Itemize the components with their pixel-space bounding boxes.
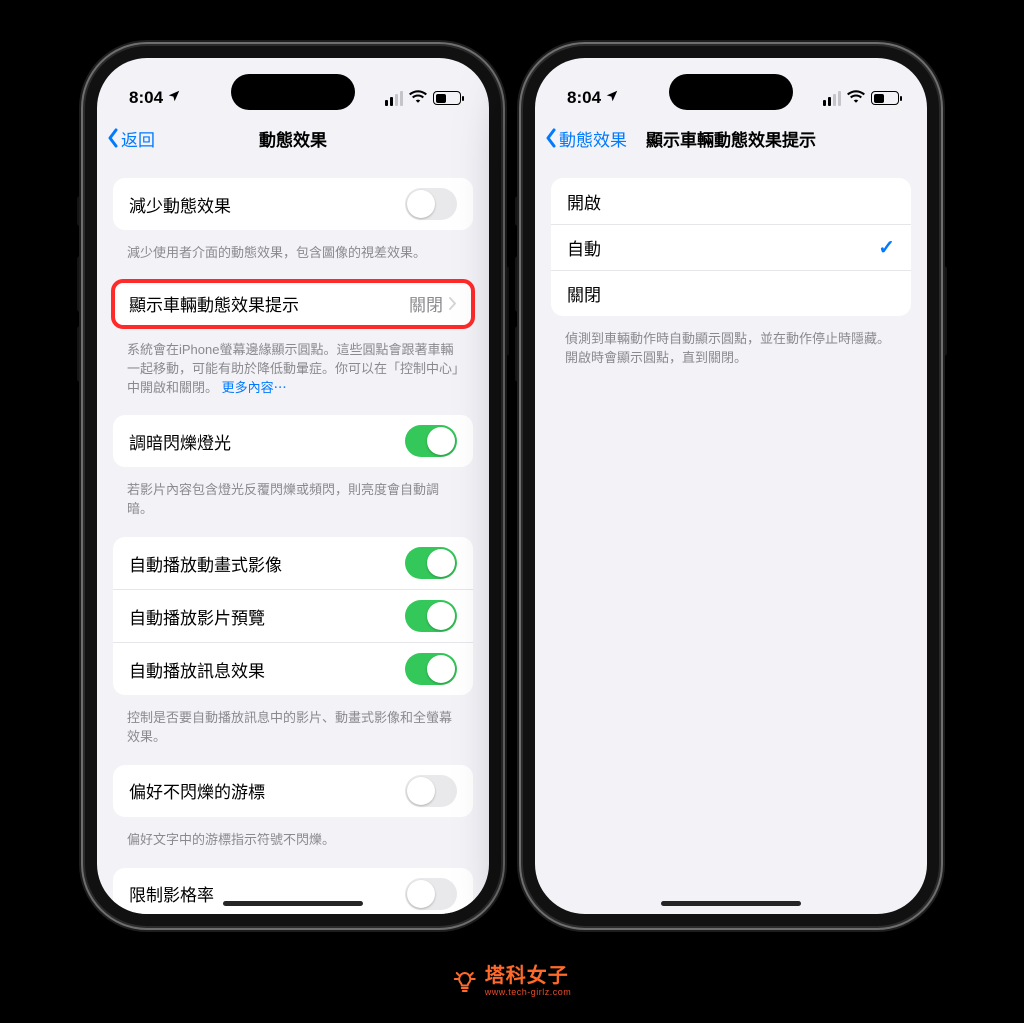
volume-down-button (515, 326, 521, 382)
location-icon (167, 88, 181, 108)
row-reduce-motion[interactable]: 減少動態效果 (113, 178, 473, 230)
more-link[interactable]: 更多內容⋯ (222, 380, 287, 395)
group-options: 開啟 自動 ✓ 關閉 (551, 178, 911, 316)
wifi-icon (847, 88, 865, 108)
power-button (941, 266, 947, 356)
checkmark-icon: ✓ (878, 235, 895, 260)
row-label: 減少動態效果 (129, 192, 405, 217)
row-autoplay-video-previews[interactable]: 自動播放影片預覽 (113, 589, 473, 642)
dynamic-island (231, 74, 355, 110)
status-time: 8:04 (567, 88, 601, 108)
footer-vehicle-cues: 系統會在iPhone螢幕邊緣顯示圓點。這些圓點會跟著車輛一起移動，可能有助於降低… (97, 335, 489, 416)
back-button[interactable]: 返回 (107, 116, 155, 160)
row-limit-frame-rate[interactable]: 限制影格率 (113, 868, 473, 914)
toggle-non-blinking-cursor[interactable] (405, 775, 457, 807)
back-label: 動態效果 (559, 126, 627, 151)
footer-dim-flashing: 若影片內容包含燈光反覆閃爍或頻閃，則亮度會自動調暗。 (97, 475, 489, 537)
toggle-autoplay-images[interactable] (405, 547, 457, 579)
silence-switch (77, 196, 83, 226)
row-label: 自動播放動畫式影像 (129, 551, 405, 576)
chevron-left-icon (107, 128, 119, 148)
cellular-icon (823, 91, 841, 106)
power-button (503, 266, 509, 356)
footer-non-blinking-cursor: 偏好文字中的游標指示符號不閃爍。 (97, 825, 489, 868)
cellular-icon (385, 91, 403, 106)
chevron-right-icon (449, 297, 457, 310)
location-icon (605, 88, 619, 108)
option-off[interactable]: 關閉 (551, 270, 911, 316)
row-label: 顯示車輛動態效果提示 (129, 291, 409, 316)
watermark: 塔科女子 www.tech-girlz.com (453, 966, 572, 997)
phone-left: 8:04 返回 動態效果 (85, 46, 501, 926)
wifi-icon (409, 88, 427, 108)
screen-left: 8:04 返回 動態效果 (97, 58, 489, 914)
row-label: 自動 (567, 235, 878, 260)
option-auto[interactable]: 自動 ✓ (551, 224, 911, 270)
footer-autoplay: 控制是否要自動播放訊息中的影片、動畫式影像和全螢幕效果。 (97, 703, 489, 765)
back-label: 返回 (121, 126, 155, 151)
phone-right: 8:04 動態效果 顯示 (523, 46, 939, 926)
lightbulb-icon (453, 970, 477, 994)
row-autoplay-animated-images[interactable]: 自動播放動畫式影像 (113, 537, 473, 589)
toggle-autoplay-messages[interactable] (405, 653, 457, 685)
battery-icon (871, 91, 899, 105)
silence-switch (515, 196, 521, 226)
row-label: 偏好不閃爍的游標 (129, 778, 405, 803)
watermark-url: www.tech-girlz.com (485, 988, 572, 997)
toggle-limit-frame-rate[interactable] (405, 878, 457, 910)
volume-up-button (515, 256, 521, 312)
group-vehicle-cues: 顯示車輛動態效果提示 關閉 (113, 281, 473, 327)
back-button[interactable]: 動態效果 (545, 116, 627, 160)
row-vehicle-cues[interactable]: 顯示車輛動態效果提示 關閉 (113, 281, 473, 327)
group-reduce-motion: 減少動態效果 (113, 178, 473, 230)
row-autoplay-message-effects[interactable]: 自動播放訊息效果 (113, 642, 473, 695)
status-time: 8:04 (129, 88, 163, 108)
volume-down-button (77, 326, 83, 382)
footer-reduce-motion: 減少使用者介面的動態效果，包含圖像的視差效果。 (97, 238, 489, 281)
toggle-dim-flashing[interactable] (405, 425, 457, 457)
footer-options: 偵測到車輛動作時自動顯示圓點，並在動作停止時隱藏。開啟時會顯示圓點，直到關閉。 (535, 324, 927, 386)
row-label: 自動播放影片預覽 (129, 604, 405, 629)
home-indicator (661, 901, 801, 906)
dynamic-island (669, 74, 793, 110)
toggle-reduce-motion[interactable] (405, 188, 457, 220)
group-non-blinking-cursor: 偏好不閃爍的游標 (113, 765, 473, 817)
screen-right: 8:04 動態效果 顯示 (535, 58, 927, 914)
toggle-autoplay-video[interactable] (405, 600, 457, 632)
row-label: 自動播放訊息效果 (129, 657, 405, 682)
home-indicator (223, 901, 363, 906)
row-label: 調暗閃爍燈光 (129, 429, 405, 454)
row-label: 開啟 (567, 189, 895, 214)
group-autoplay: 自動播放動畫式影像 自動播放影片預覽 自動播放訊息效果 (113, 537, 473, 695)
group-dim-flashing: 調暗閃爍燈光 (113, 415, 473, 467)
row-non-blinking-cursor[interactable]: 偏好不閃爍的游標 (113, 765, 473, 817)
page-title: 動態效果 (259, 126, 327, 151)
group-limit-frame-rate: 限制影格率 (113, 868, 473, 914)
nav-bar: 返回 動態效果 (97, 116, 489, 160)
watermark-title: 塔科女子 (485, 966, 572, 986)
row-dim-flashing[interactable]: 調暗閃爍燈光 (113, 415, 473, 467)
chevron-left-icon (545, 128, 557, 148)
page-title: 顯示車輛動態效果提示 (646, 126, 816, 151)
option-on[interactable]: 開啟 (551, 178, 911, 224)
nav-bar: 動態效果 顯示車輛動態效果提示 (535, 116, 927, 160)
battery-icon (433, 91, 461, 105)
volume-up-button (77, 256, 83, 312)
row-label: 關閉 (567, 281, 895, 306)
row-value: 關閉 (409, 291, 443, 316)
